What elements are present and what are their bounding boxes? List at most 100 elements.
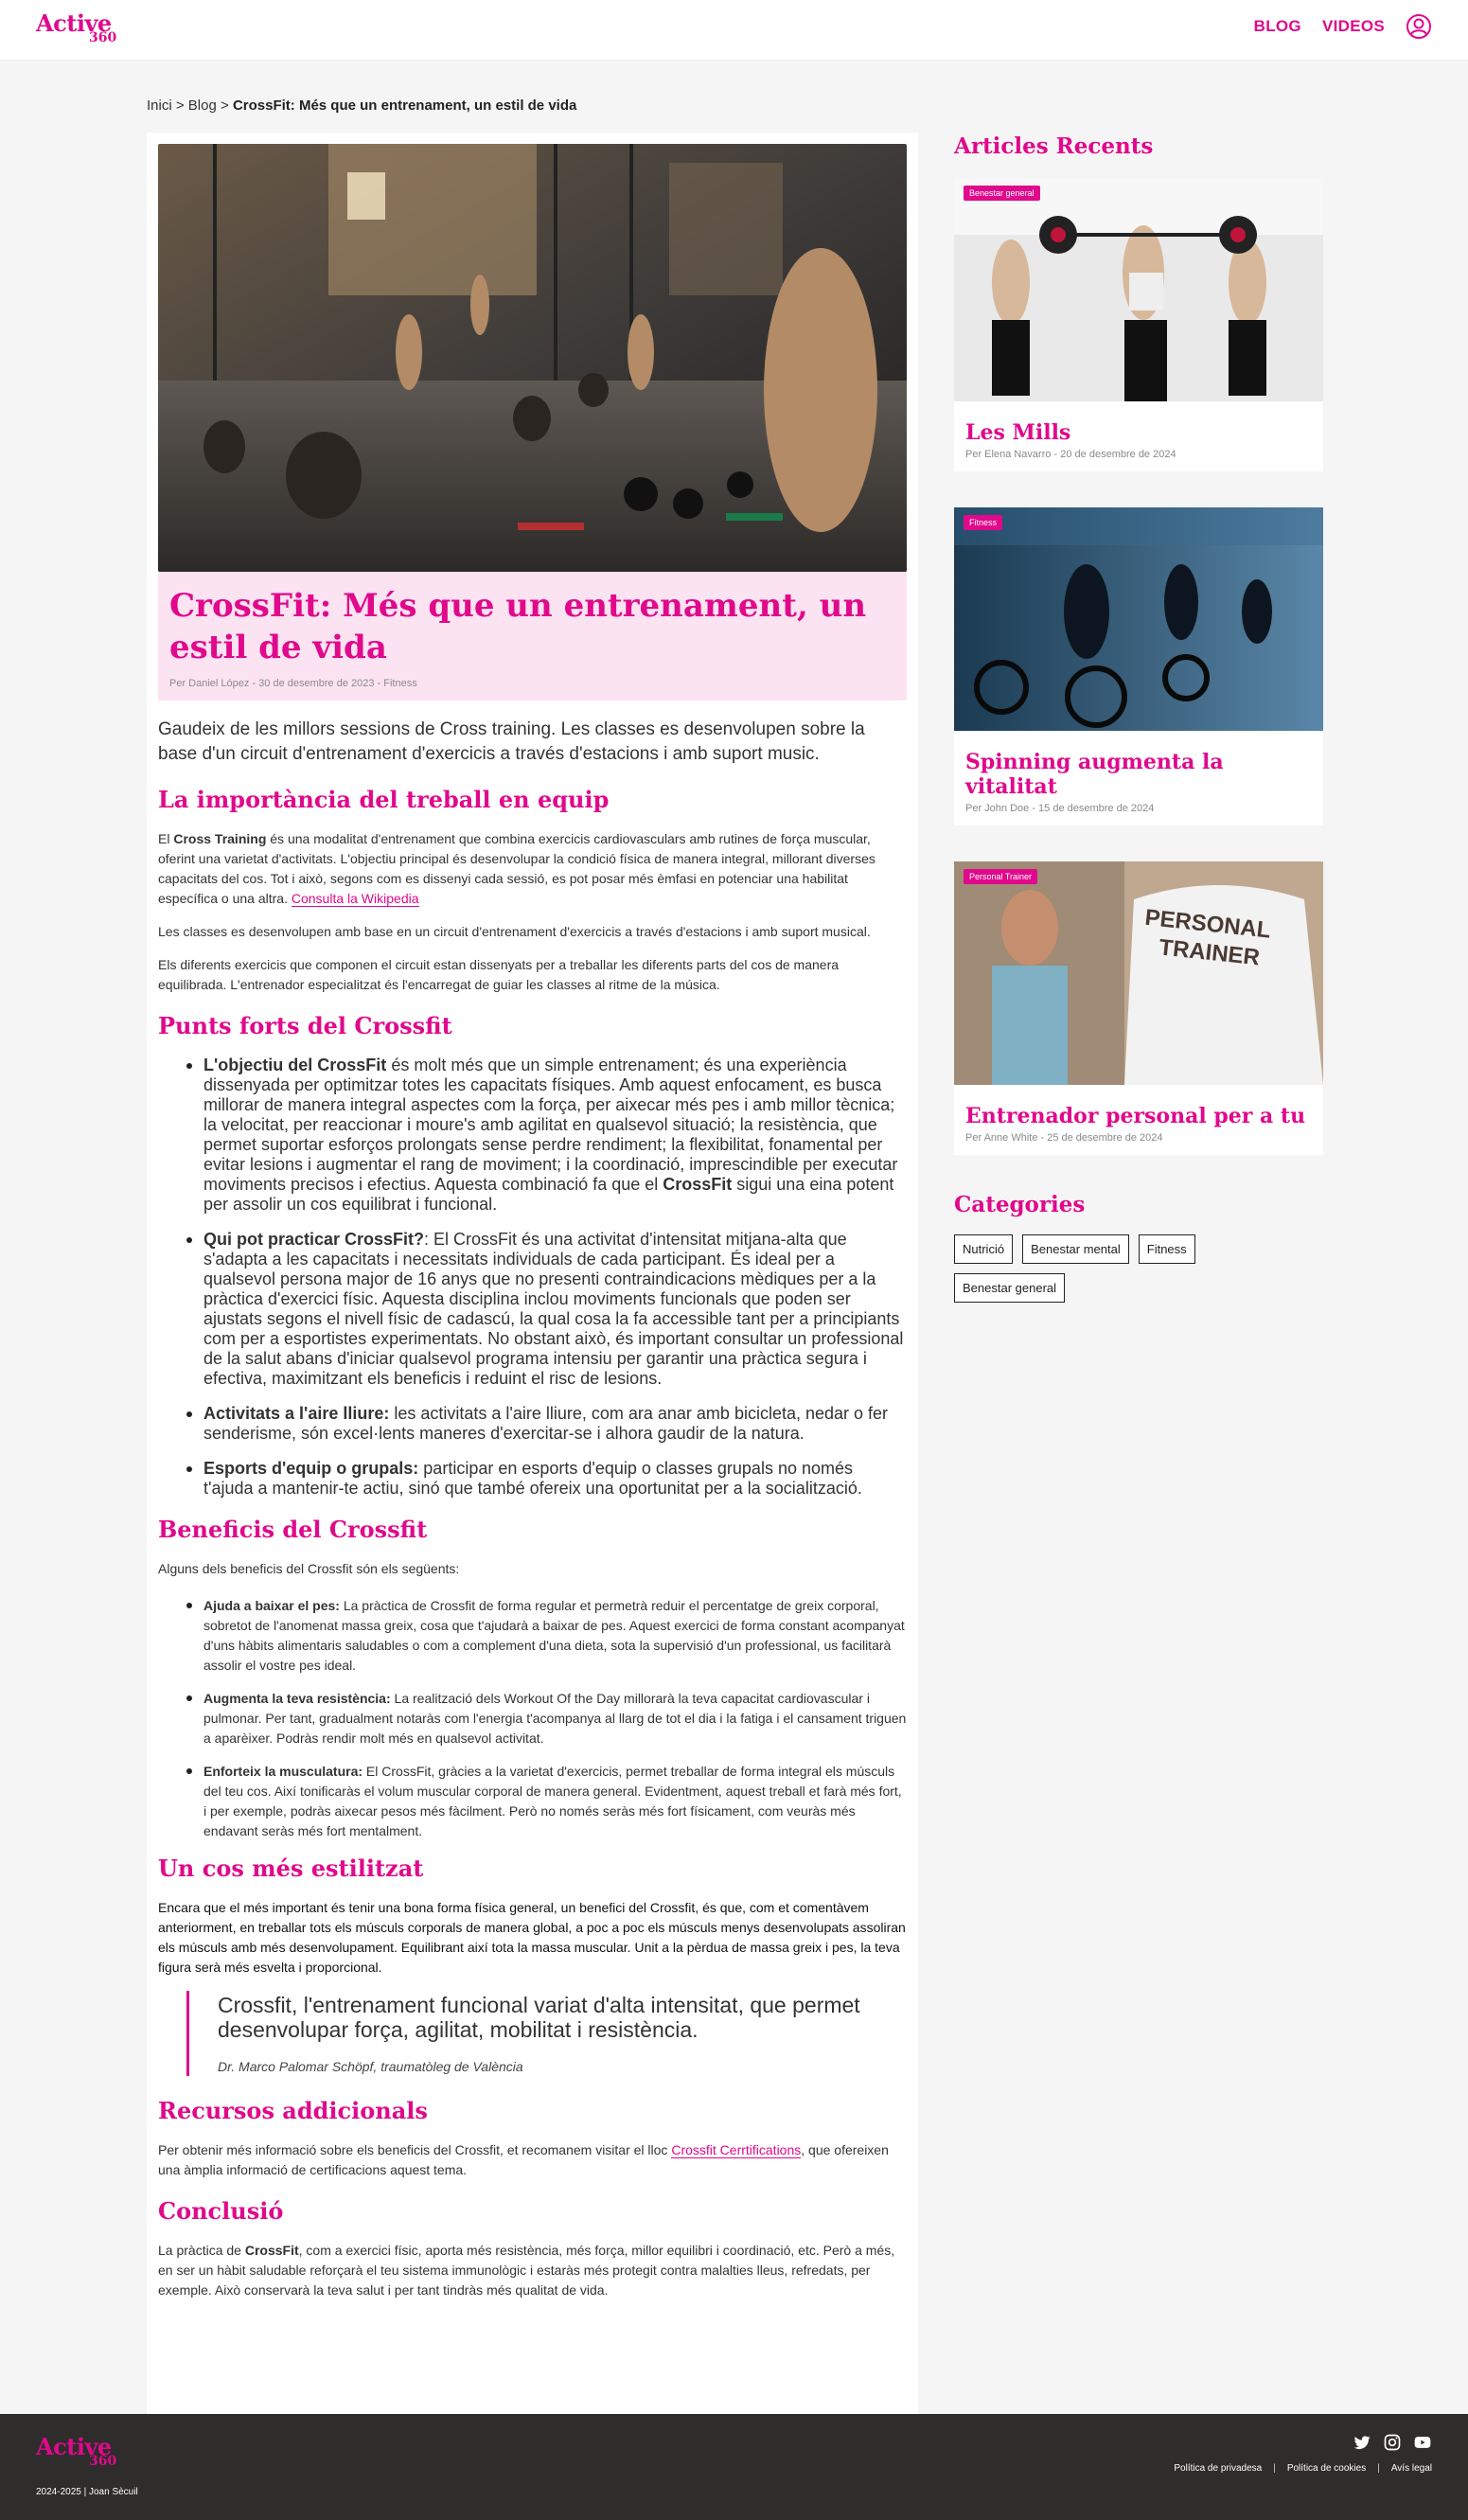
list-item: Ajuda a baixar el pes: La pràctica de Cr… (186, 1596, 907, 1676)
section-heading-benefits: Beneficis del Crossfit (158, 1516, 428, 1543)
nav-videos-link[interactable]: VIDEOS (1322, 17, 1385, 36)
twitter-icon[interactable] (1353, 2433, 1371, 2452)
legal-notice-link[interactable]: Avís legal (1391, 2463, 1432, 2474)
card-image-les-mills: Benestar general (954, 178, 1323, 401)
list-item: Enforteix la musculatura: El CrossFit, g… (186, 1762, 907, 1841)
crossfit-certifications-link[interactable]: Crossfit Cerrtifications (671, 2142, 802, 2158)
main-nav: BLOG VIDEOS (1254, 11, 1432, 42)
list-item: Activitats a l'aire lliure: les activita… (186, 1404, 907, 1444)
category-badge[interactable]: Fitness (964, 515, 1003, 530)
paragraph-classes: Les classes es desenvolupen amb base en … (158, 924, 871, 939)
card-meta: Per Anne White - 25 de desembre de 2024 (965, 1132, 1163, 1144)
benefits-intro: Alguns dels beneficis del Crossfit són e… (158, 1561, 460, 1576)
quote-author: Dr. Marco Palomar Schöpf, traumatòleg de… (218, 2059, 523, 2074)
copyright: 2024-2025 | Joan Sècuil (36, 2487, 138, 2497)
categories-heading: Categories (954, 1192, 1086, 1217)
list-item: Augmenta la teva resistència: La realitz… (186, 1689, 907, 1748)
bold-text: L'objectiu del CrossFit (203, 1056, 387, 1074)
site-logo[interactable]: Active 360 (36, 9, 123, 47)
nav-blog-link[interactable]: BLOG (1254, 17, 1301, 36)
recent-article-card[interactable]: Benestar general Les Mills Per Elena Nav… (954, 178, 1323, 471)
card-image-spinning: Fitness (954, 507, 1323, 731)
bold-text: Qui pot practicar CrossFit? (203, 1230, 425, 1249)
card-title[interactable]: Spinning augmenta la vitalitat (965, 750, 1312, 799)
privacy-policy-link[interactable]: Política de privadesa (1174, 2463, 1262, 2474)
logo-number: 360 (89, 30, 117, 45)
quote-block: Crossfit, l'entrenament funcional variat… (186, 1991, 907, 2076)
text: El (158, 831, 174, 846)
section-heading-stylized-body: Un cos més estilitzat (158, 1855, 424, 1882)
breadcrumb-separator: > (221, 98, 229, 114)
breadcrumb-home[interactable]: Inici (147, 98, 172, 114)
recent-article-card[interactable]: Fitness Spinning augmenta la vitalitat P… (954, 507, 1323, 825)
article-title: CrossFit: Més que un entrenament, un est… (169, 587, 867, 666)
list-item: Esports d'equip o grupals: participar en… (186, 1459, 907, 1499)
user-icon[interactable] (1406, 13, 1432, 40)
section-heading-teamwork: La importància del treball en equip (158, 786, 610, 813)
bold-text: Enforteix la musculatura: (203, 1764, 363, 1779)
category-tag-benestar-mental[interactable]: Benestar mental (1022, 1234, 1129, 1264)
card-meta: Per John Doe - 15 de desembre de 2024 (965, 803, 1155, 814)
bold-text: Ajuda a baixar el pes: (203, 1598, 340, 1613)
list-item: Qui pot practicar CrossFit?: El CrossFit… (186, 1230, 907, 1389)
cookies-policy-link[interactable]: Política de cookies (1287, 2463, 1366, 2474)
text: és una modalitat d'entrenament que combi… (158, 831, 875, 906)
site-header: Active 360 BLOG VIDEOS (0, 0, 1468, 61)
social-links (1353, 2433, 1432, 2452)
separator: | (1273, 2463, 1276, 2474)
card-meta: Per Elena Navarro - 20 de desembre de 20… (965, 449, 1176, 460)
article-lead: Gaudeix de les millors sessions de Cross… (158, 719, 865, 764)
paragraph-stylized-body: Encara que el més important és tenir una… (158, 1900, 906, 1975)
card-body: Entrenador personal per a tu Per Anne Wh… (954, 1085, 1323, 1155)
quote-text: Crossfit, l'entrenament funcional variat… (218, 1993, 860, 2042)
section-heading-resources: Recursos addicionals (158, 2097, 428, 2124)
bold-text: Augmenta la teva resistència: (203, 1691, 391, 1706)
paragraph-conclusion: La pràctica de CrossFit, com a exercici … (158, 2241, 907, 2300)
article-card: CrossFit: Més que un entrenament, un est… (147, 133, 918, 2414)
legal-links: Política de privadesa | Política de cook… (1174, 2463, 1432, 2474)
section-heading-conclusion: Conclusió (158, 2197, 284, 2225)
paragraph-resources: Per obtenir més informació sobre els ben… (158, 2140, 907, 2180)
separator: | (1377, 2463, 1380, 2474)
instagram-icon[interactable] (1383, 2433, 1402, 2452)
spinning-image (954, 507, 1323, 731)
breadcrumb: Inici > Blog > CrossFit: Més que un entr… (147, 98, 576, 114)
recent-article-card[interactable]: PERSONAL TRAINER Personal Trainer Entren… (954, 861, 1323, 1155)
les-mills-image (954, 178, 1323, 401)
bold-text: Esports d'equip o grupals: (203, 1459, 419, 1478)
category-tag-nutricio[interactable]: Nutrició (954, 1234, 1014, 1264)
card-body: Les Mills Per Elena Navarro - 20 de dese… (954, 401, 1323, 471)
sidebar: Articles Recents Benestar general Les Mi… (954, 133, 1323, 1303)
bold-text: CrossFit (244, 2243, 299, 2258)
text: La pràctica de (158, 2243, 245, 2258)
wikipedia-link[interactable]: Consulta la Wikipedia (291, 891, 419, 907)
hero-image-crossfit-gym (158, 144, 907, 572)
text: Per obtenir més informació sobre els ben… (158, 2142, 672, 2157)
category-badge[interactable]: Benestar general (964, 186, 1040, 201)
recent-articles-heading: Articles Recents (954, 133, 1154, 159)
paragraph-cross-training: El Cross Training és una modalitat d'ent… (158, 829, 907, 909)
card-image-personal-trainer: PERSONAL TRAINER Personal Trainer (954, 861, 1323, 1085)
card-body: Spinning augmenta la vitalitat Per John … (954, 731, 1323, 825)
breadcrumb-current: CrossFit: Més que un entrenament, un est… (232, 98, 577, 114)
personal-trainer-image: PERSONAL TRAINER (954, 861, 1323, 1085)
youtube-icon[interactable] (1413, 2433, 1432, 2452)
category-tag-benestar-general[interactable]: Benestar general (954, 1273, 1066, 1303)
paragraph-exercises: Els diferents exercicis que componen el … (158, 957, 840, 992)
section-heading-strengths: Punts forts del Crossfit (158, 1012, 452, 1039)
benefits-list: Ajuda a baixar el pes: La pràctica de Cr… (158, 1596, 907, 1841)
bold-text: Activitats a l'aire lliure: (203, 1404, 390, 1423)
card-title[interactable]: Les Mills (965, 420, 1312, 445)
category-tag-fitness[interactable]: Fitness (1138, 1234, 1195, 1264)
list-item: L'objectiu del CrossFit és molt més que … (186, 1056, 907, 1215)
card-title[interactable]: Entrenador personal per a tu (965, 1104, 1312, 1128)
site-footer: Active 360 2024-2025 | Joan Sècuil Polít… (0, 2414, 1468, 2520)
text: : El CrossFit és una activitat d'intensi… (203, 1230, 904, 1388)
footer-logo[interactable]: Active 360 (36, 2433, 123, 2471)
text: és molt més que un simple entrenament; é… (203, 1056, 898, 1194)
bold-text: Cross Training (173, 831, 267, 846)
breadcrumb-blog[interactable]: Blog (188, 98, 217, 114)
article-content: Gaudeix de les millors sessions de Cross… (158, 701, 907, 2300)
breadcrumb-separator: > (175, 98, 185, 114)
category-badge[interactable]: Personal Trainer (964, 869, 1038, 884)
